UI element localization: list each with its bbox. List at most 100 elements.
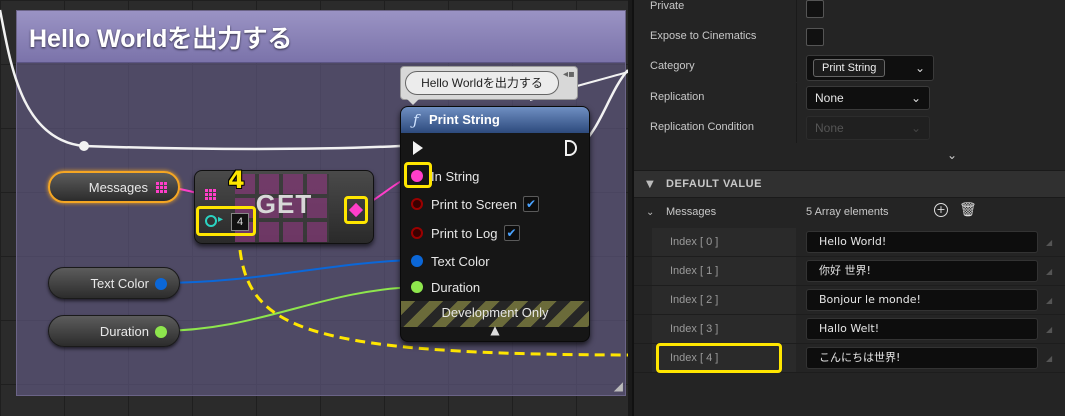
text-color-variable-node[interactable]: Text Color [48, 267, 180, 299]
print-to-log-label: Print to Log [431, 225, 498, 241]
replication-label: Replication [650, 91, 705, 103]
print-to-screen-label: Print to Screen [431, 196, 517, 212]
messages-array-row: ⌄ Messages 5 Array elements + 🗑 [634, 198, 1065, 228]
array-element-row: Index [ 1 ] 你好 世界! ◢ [634, 257, 1065, 286]
private-label: Private [650, 0, 685, 12]
chevron-down-icon: ⌄ [910, 91, 921, 105]
comment-bubble[interactable]: Hello Worldを出力する ◂▪ [400, 66, 578, 105]
highlight-get-output-pin [344, 196, 368, 224]
array-element-row: Index [ 3 ] Hallo Welt! ◢ [634, 315, 1065, 344]
print-to-log-checkbox[interactable]: ✔ [503, 225, 520, 241]
array-value-input[interactable]: Hallo Welt! [806, 318, 1038, 340]
array-pin-icon[interactable] [156, 182, 168, 194]
print-string-header[interactable]: ƒ Print String [401, 107, 589, 133]
replication-value: None [815, 91, 844, 105]
expand-pins-icon[interactable]: ▲ [401, 323, 589, 337]
highlight-in-string-pin [404, 162, 432, 188]
replication-condition-row: Replication Condition None ⌄ [634, 113, 1065, 143]
default-value-section-header[interactable]: ▼ DEFAULT VALUE [634, 170, 1065, 198]
bubble-text[interactable]: Hello Worldを出力する [405, 71, 559, 95]
resize-icon: ◢ [1046, 296, 1053, 305]
replication-condition-value: None [815, 121, 844, 135]
exec-wire [0, 9, 401, 151]
category-row: Category Print String ⌄ [634, 52, 1065, 82]
duration-pin-label: Duration [431, 279, 481, 295]
array-index-label: Index [ 0 ] [670, 236, 719, 248]
development-only-label: Development Only [441, 305, 549, 320]
resize-icon: ◢ [1046, 354, 1053, 363]
category-combo[interactable]: Print String ⌄ [806, 55, 934, 81]
resize-icon: ◢ [1046, 267, 1053, 276]
resize-icon: ◢ [1046, 325, 1053, 334]
in-string-label: In String [431, 168, 480, 184]
duration-variable-node[interactable]: Duration [48, 315, 180, 347]
column-divider [796, 83, 797, 113]
default-value-section-title: DEFAULT VALUE [666, 178, 762, 190]
trash-icon[interactable]: 🗑 [959, 202, 977, 218]
float-wire [157, 286, 417, 332]
private-checkbox[interactable] [806, 0, 824, 18]
array-element-row: Index [ 0 ] Hello World! ◢ [634, 228, 1065, 257]
duration-pin-icon[interactable] [411, 281, 423, 293]
exec-out-pin-icon[interactable] [565, 140, 577, 156]
highlight-index-4 [656, 343, 782, 373]
array-value-input[interactable]: Bonjour le monde! [806, 289, 1038, 311]
color-pin-icon[interactable] [155, 278, 167, 290]
print-to-screen-checkbox[interactable]: ✔ [523, 196, 539, 212]
graph-canvas[interactable]: Hello Worldを出力する ◢ Messages Text Color D… [0, 0, 628, 416]
print-string-node[interactable]: ƒ Print String In String Print to Screen… [400, 106, 590, 342]
messages-variable-node[interactable]: Messages [48, 171, 180, 203]
column-divider [796, 52, 797, 82]
highlight-get-index [196, 206, 256, 236]
replication-condition-label: Replication Condition [650, 121, 754, 133]
text-color-pin-row[interactable]: Text Color [411, 250, 490, 272]
print-string-title: Print String [429, 112, 500, 127]
resize-icon: ◢ [1046, 238, 1053, 247]
duration-node-label: Duration [99, 323, 149, 339]
get-array-input-pin-icon[interactable] [205, 189, 217, 201]
array-index-label: Index [ 2 ] [670, 294, 719, 306]
print-to-screen-pin-icon[interactable] [411, 198, 423, 210]
print-to-screen-pin-row[interactable]: Print to Screen ✔ [411, 193, 539, 215]
expose-to-cinematics-row: Expose to Cinematics [634, 22, 1065, 52]
text-color-node-label: Text Color [90, 275, 149, 291]
column-divider [796, 113, 797, 143]
pin-bubble-icon[interactable]: ◂▪ [563, 69, 575, 80]
array-collapse-icon[interactable]: ⌄ [646, 207, 654, 218]
bubble-tail [407, 99, 419, 105]
array-value-input[interactable]: Hello World! [806, 231, 1038, 253]
float-pin-icon[interactable] [155, 326, 167, 338]
messages-array-label: Messages [666, 206, 717, 218]
array-count: 5 Array elements [806, 206, 889, 218]
array-value-input[interactable]: こんにちは世界! [806, 347, 1038, 369]
column-divider [796, 22, 797, 52]
array-element-row: Index [ 2 ] Bonjour le monde! ◢ [634, 286, 1065, 315]
text-color-pin-icon[interactable] [411, 255, 423, 267]
expose-to-cinematics-label: Expose to Cinematics [650, 30, 757, 42]
reroute-node [79, 141, 89, 151]
duration-pin-row[interactable]: Duration [411, 276, 480, 298]
chevron-down-icon: ⌄ [910, 121, 921, 135]
exec-in-pin-icon[interactable] [413, 141, 423, 155]
text-color-pin-label: Text Color [431, 253, 490, 269]
blueprint-editor: Hello Worldを出力する ◢ Messages Text Color D… [0, 0, 1065, 416]
function-icon: ƒ [413, 111, 419, 129]
print-to-log-pin-row[interactable]: Print to Log ✔ [411, 222, 520, 244]
details-panel: Private Expose to Cinematics Category Pr… [632, 0, 1065, 416]
expose-to-cinematics-checkbox[interactable] [806, 28, 824, 46]
category-label: Category [650, 60, 695, 72]
messages-node-label: Messages [88, 179, 148, 195]
color-wire [157, 259, 417, 284]
section-collapse-icon[interactable]: ▼ [646, 179, 654, 190]
chevron-down-icon: ⌄ [914, 61, 925, 75]
array-index-label: Index [ 3 ] [670, 323, 719, 335]
replication-condition-combo: None ⌄ [806, 116, 930, 140]
annotation-number: 4 [228, 166, 245, 194]
array-index-label: Index [ 1 ] [670, 265, 719, 277]
replication-combo[interactable]: None ⌄ [806, 86, 930, 110]
add-element-icon[interactable]: + [934, 203, 948, 217]
advanced-expand-icon[interactable]: ⌄ [947, 148, 957, 162]
replication-row: Replication None ⌄ [634, 83, 1065, 113]
array-value-input[interactable]: 你好 世界! [806, 260, 1038, 282]
print-to-log-pin-icon[interactable] [411, 227, 423, 239]
